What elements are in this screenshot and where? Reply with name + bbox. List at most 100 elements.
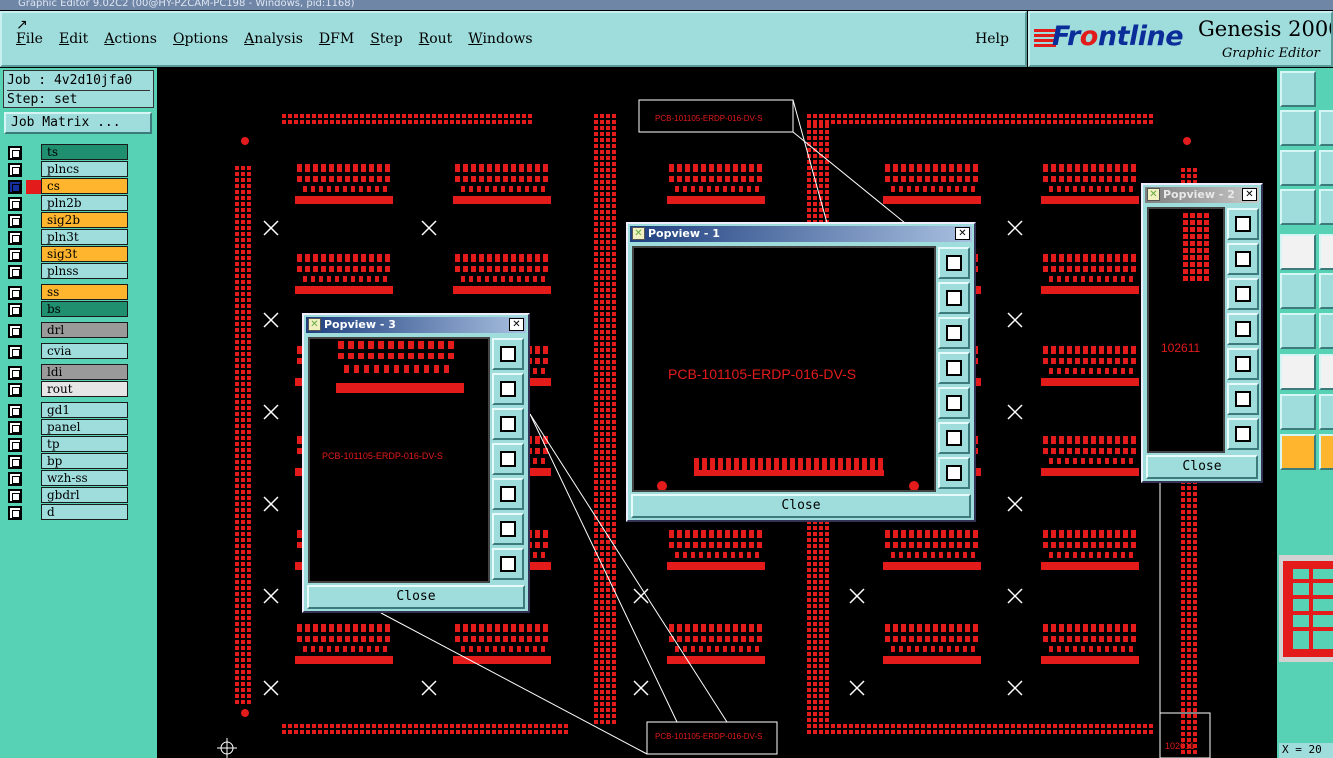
layer-checkbox[interactable] [8,179,22,194]
layer-checkbox[interactable] [8,264,22,279]
popview-tool-button[interactable] [1227,418,1259,450]
layer-row-cs[interactable]: cs [5,178,128,195]
layer-row-bs[interactable]: bs [5,301,128,318]
popview-2-window[interactable]: ✕ Popview - 2 ✕ 102611 Close [1141,183,1263,483]
layer-checkbox[interactable] [8,302,22,317]
layer-checkbox[interactable] [8,230,22,245]
layer-name[interactable]: cs [41,178,128,194]
popview-tool-button[interactable] [938,282,970,314]
layer-name[interactable]: pln3t [41,229,128,245]
popview-tool-button[interactable] [1227,313,1259,345]
layer-row-d[interactable]: d [5,504,128,521]
layer-row-gbdrl[interactable]: gbdrl [5,487,128,504]
popview-3-window[interactable]: ✕ Popview - 3 ✕ PCB-101105-ERDP-016-DV-S… [302,313,530,613]
popview-tool-button[interactable] [1227,348,1259,380]
popview-1-window[interactable]: ✕ Popview - 1 ✕ PCB-101105-ERDP-016-DV-S… [626,222,976,522]
tool-arc-icon[interactable] [1319,354,1333,390]
popview-tool-button[interactable] [492,548,524,580]
popview-tool-button[interactable] [938,247,970,279]
layer-row-sig3t[interactable]: sig3t [5,246,128,263]
tool-measure-icon[interactable] [1319,189,1333,225]
layer-row-pln2b[interactable]: pln2b [5,195,128,212]
layer-name[interactable]: plncs [41,161,128,177]
layer-checkbox[interactable] [8,196,22,211]
menu-options[interactable]: Options [173,31,228,47]
layer-checkbox[interactable] [8,213,22,228]
popview-tool-button[interactable] [1227,383,1259,415]
layer-name[interactable]: gd1 [41,402,128,418]
layer-name[interactable]: plnss [41,263,128,279]
popview-1-close-icon[interactable]: ✕ [955,227,970,240]
layer-name[interactable]: sig3t [41,246,128,262]
layer-name[interactable]: rout [41,381,128,397]
layer-checkbox[interactable] [8,382,22,397]
popview-2-close-icon[interactable]: ✕ [1242,188,1257,201]
layer-name[interactable]: ldi [41,364,128,380]
job-matrix-button[interactable]: Job Matrix ... [4,112,152,134]
menu-file[interactable]: File [16,31,43,47]
layer-checkbox[interactable] [8,505,22,520]
menu-step[interactable]: Step [370,31,402,47]
popview-tool-button[interactable] [938,352,970,384]
menu-analysis[interactable]: Analysis [244,31,303,47]
tool-triangle-icon[interactable] [1280,394,1316,430]
overview-minimap[interactable] [1279,555,1333,662]
layer-name[interactable]: panel [41,419,128,435]
layer-name[interactable]: bs [41,301,128,317]
tool-line-icon[interactable] [1319,234,1333,270]
tool-zoom-extra-icon[interactable] [1319,150,1333,186]
tool-snap-icon[interactable] [1280,189,1316,225]
popview-tool-button[interactable] [938,457,970,489]
layer-row-ss[interactable]: ss [5,284,128,301]
popview-tool-button[interactable] [492,408,524,440]
tool-select-pad-icon[interactable] [1280,234,1316,270]
layer-row-sig2b[interactable]: sig2b [5,212,128,229]
layer-row-tp[interactable]: tp [5,436,128,453]
layer-row-panel[interactable]: panel [5,419,128,436]
popview-tool-button[interactable] [938,387,970,419]
layer-checkbox[interactable] [8,145,22,160]
layer-name[interactable]: ss [41,284,128,300]
menu-rout[interactable]: Rout [419,31,453,47]
layer-name[interactable]: gbdrl [41,487,128,503]
layer-checkbox[interactable] [8,471,22,486]
popview-tool-button[interactable] [492,443,524,475]
popview-3-close-button[interactable]: Close [307,585,525,609]
layer-checkbox[interactable] [8,247,22,262]
tool-zoom-home-icon[interactable] [1280,71,1316,107]
layer-checkbox[interactable] [8,285,22,300]
tool-cross-icon[interactable] [1319,273,1333,309]
window-menu-icon[interactable]: ✕ [1147,188,1160,201]
popview-tool-button[interactable] [492,513,524,545]
layer-checkbox[interactable] [8,437,22,452]
layer-name[interactable]: wzh-ss [41,470,128,486]
menu-dfm[interactable]: DFM [319,31,354,47]
popview-tool-button[interactable] [938,317,970,349]
popview-tool-button[interactable] [938,422,970,454]
tool-zoom-fit-icon[interactable] [1280,150,1316,186]
popview-tool-button[interactable] [492,338,524,370]
popview-1-titlebar[interactable]: ✕ Popview - 1 ✕ [630,226,972,242]
layer-name[interactable]: tp [41,436,128,452]
tool-rect-icon[interactable] [1319,434,1333,470]
layer-name[interactable]: ts [41,144,128,160]
popview-3-close-icon[interactable]: ✕ [509,318,524,331]
layer-row-ts[interactable]: ts [5,144,128,161]
tool-angle-alt-icon[interactable] [1319,313,1333,349]
popview-1-close-button[interactable]: Close [631,494,971,518]
layer-name[interactable]: cvia [41,343,128,359]
layer-checkbox[interactable] [8,344,22,359]
layer-checkbox[interactable] [8,403,22,418]
tool-pan-right-icon[interactable] [1319,110,1333,146]
popview-2-close-button[interactable]: Close [1146,455,1258,479]
layer-checkbox[interactable] [8,162,22,177]
layer-name[interactable]: drl [41,322,128,338]
layer-row-wzh-ss[interactable]: wzh-ss [5,470,128,487]
menu-windows[interactable]: Windows [468,31,532,47]
popview-tool-button[interactable] [1227,278,1259,310]
layer-row-gd1[interactable]: gd1 [5,402,128,419]
tool-angle-icon[interactable] [1280,313,1316,349]
layer-checkbox[interactable] [8,488,22,503]
popview-tool-button[interactable] [1227,243,1259,275]
layer-checkbox[interactable] [8,365,22,380]
